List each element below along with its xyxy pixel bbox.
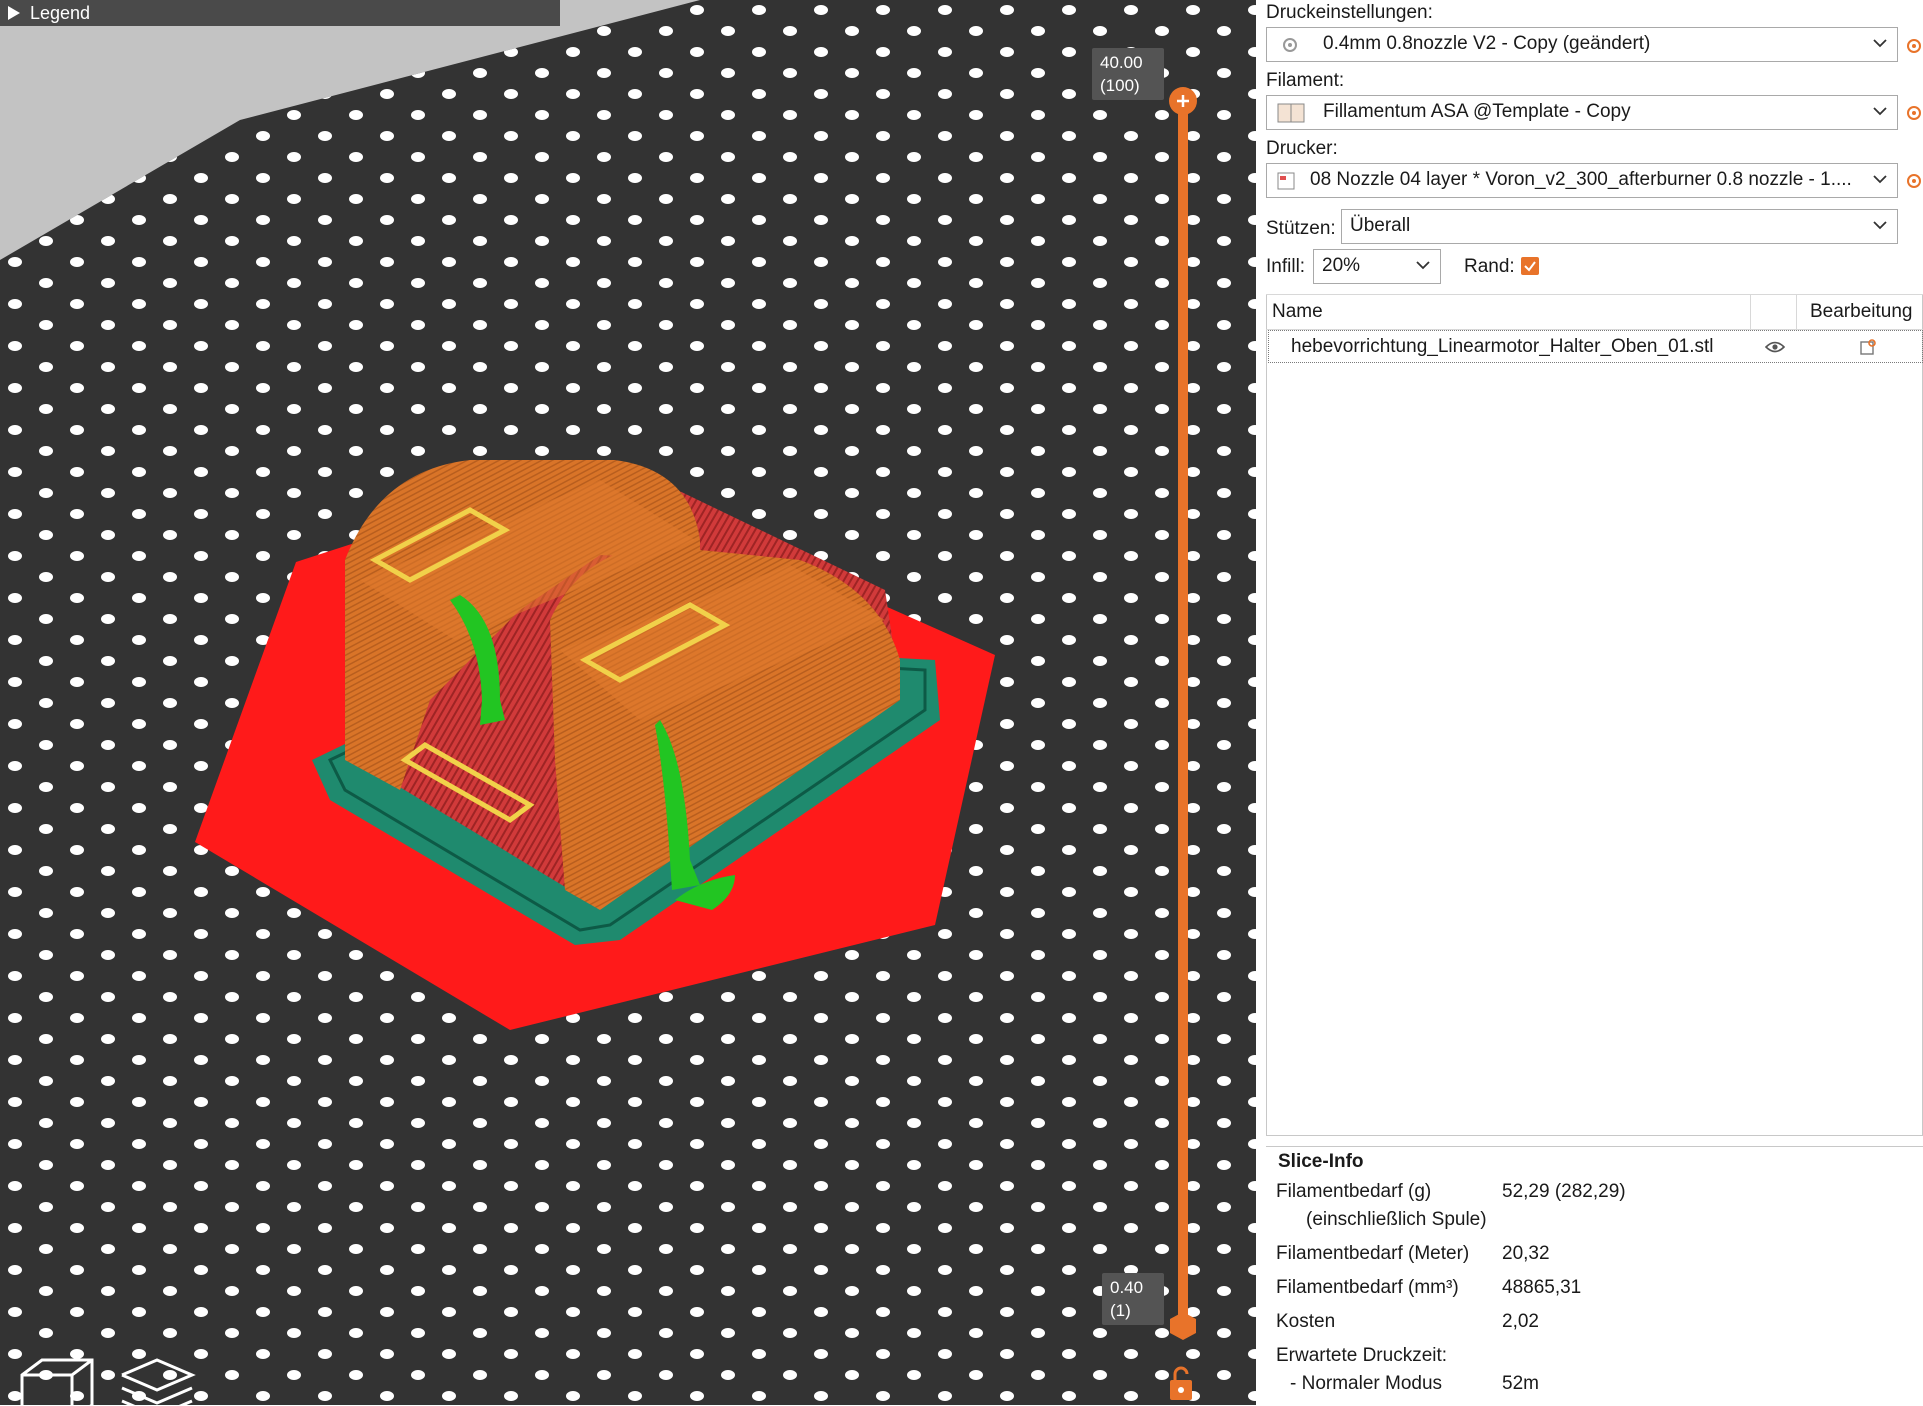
filament-weight-sub: (einschließlich Spule)	[1306, 1209, 1487, 1230]
chevron-down-icon	[1873, 175, 1887, 184]
settings-panel: Druckeinstellungen: 0.4mm 0.8nozzle V2 -…	[1256, 0, 1923, 1405]
normal-mode-label: - Normaler Modus	[1290, 1373, 1443, 1394]
column-name[interactable]: Name	[1272, 301, 1323, 323]
print-settings-select[interactable]: 0.4mm 0.8nozzle V2 - Copy (geändert)	[1266, 27, 1898, 62]
legend-toggle[interactable]: Legend	[0, 0, 560, 26]
brim-label: Rand:	[1464, 256, 1515, 277]
chevron-down-icon	[1873, 221, 1887, 230]
object-list-header: Name Bearbeitung	[1266, 294, 1923, 330]
settings-gear-icon	[1283, 38, 1297, 52]
infill-select[interactable]: 20%	[1313, 249, 1441, 284]
view-3d-button[interactable]	[0, 1345, 108, 1405]
filament-meter-label: Filamentbedarf (Meter)	[1276, 1243, 1470, 1264]
edit-object-icon[interactable]	[1859, 338, 1877, 356]
filament-label: Filament:	[1266, 70, 1345, 91]
supports-value: Überall	[1350, 215, 1411, 236]
infill-label: Infill:	[1266, 256, 1306, 277]
chevron-down-icon	[1416, 261, 1430, 270]
edit-filament-icon[interactable]	[1905, 104, 1923, 122]
print-time-label: Erwartete Druckzeit:	[1276, 1345, 1448, 1366]
supports-label: Stützen:	[1266, 218, 1336, 239]
print-settings-value: 0.4mm 0.8nozzle V2 - Copy (geändert)	[1323, 33, 1651, 54]
column-edit[interactable]: Bearbeitung	[1810, 301, 1912, 323]
edit-printer-icon[interactable]	[1905, 172, 1923, 190]
layer-bottom-index: (1)	[1110, 1301, 1131, 1320]
layer-slider-track	[1178, 100, 1188, 1328]
filament-meter-value: 20,32	[1502, 1243, 1550, 1264]
object-row[interactable]: hebevorrichtung_Linearmotor_Halter_Oben_…	[1268, 330, 1923, 363]
cost-label: Kosten	[1276, 1311, 1336, 1332]
object-name: hebevorrichtung_Linearmotor_Halter_Oben_…	[1291, 336, 1714, 357]
filament-color-icon	[1277, 103, 1305, 123]
chevron-down-icon	[1873, 107, 1887, 116]
chevron-down-icon	[1873, 39, 1887, 48]
3d-preview-viewport[interactable]: Legend 40.00 (100) 0.40 (1)	[0, 0, 1256, 1405]
filament-select[interactable]: Fillamentum ASA @Template - Copy	[1266, 95, 1898, 130]
filament-volume-value: 48865,31	[1502, 1277, 1582, 1298]
legend-label: Legend	[30, 3, 91, 23]
object-list	[1266, 294, 1923, 1136]
layer-top-index: (100)	[1100, 76, 1140, 95]
slice-info-panel: Slice-Info Filamentbedarf (g) (einschlie…	[1266, 1146, 1923, 1406]
printer-icon	[1277, 172, 1295, 190]
filament-weight-label: Filamentbedarf (g)	[1276, 1181, 1432, 1202]
printer-select[interactable]: 08 Nozzle 04 layer * Voron_v2_300_afterb…	[1266, 163, 1898, 198]
expand-arrow-icon	[8, 6, 20, 20]
brim-checkbox[interactable]	[1520, 256, 1540, 276]
filament-value: Fillamentum ASA @Template - Copy	[1323, 101, 1631, 122]
edit-print-settings-icon[interactable]	[1905, 37, 1923, 55]
slice-info-title: Slice-Info	[1278, 1151, 1364, 1172]
print-bed-scene	[0, 0, 1256, 1405]
layer-bottom-badge: 0.40 (1)	[1102, 1273, 1164, 1325]
eye-icon[interactable]	[1765, 340, 1785, 354]
filament-weight-value: 52,29 (282,29)	[1502, 1181, 1626, 1202]
supports-select[interactable]: Überall	[1341, 209, 1898, 244]
view-layers-button[interactable]	[112, 1345, 220, 1405]
cost-value: 2,02	[1502, 1311, 1539, 1332]
infill-value: 20%	[1322, 255, 1361, 276]
filament-volume-label: Filamentbedarf (mm³)	[1276, 1277, 1459, 1298]
layer-top-value: 40.00	[1100, 53, 1143, 72]
printer-label: Drucker:	[1266, 138, 1338, 159]
print-settings-label: Druckeinstellungen:	[1266, 2, 1433, 23]
printer-value: 08 Nozzle 04 layer * Voron_v2_300_afterb…	[1310, 169, 1852, 190]
layer-top-badge: 40.00 (100)	[1092, 48, 1164, 100]
layer-bottom-value: 0.40	[1110, 1278, 1144, 1297]
normal-mode-value: 52m	[1502, 1373, 1539, 1394]
